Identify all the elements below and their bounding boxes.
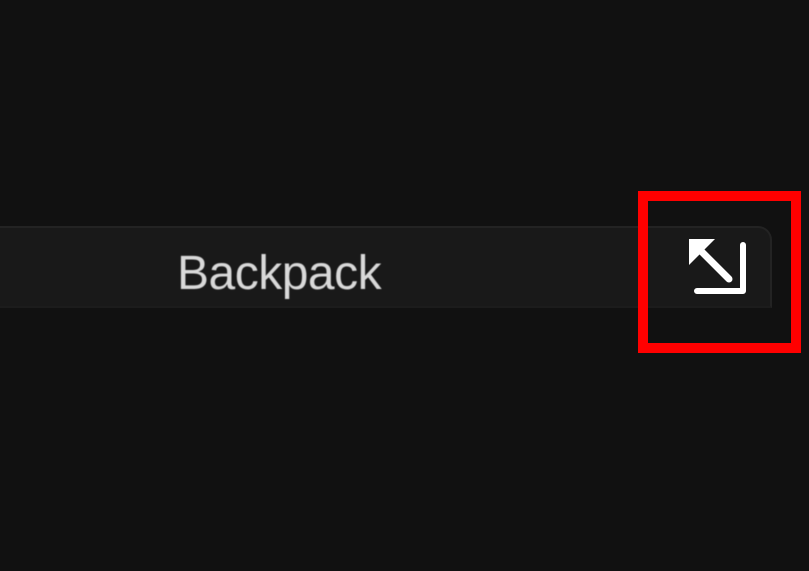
- expand-collapse-arrow-icon: [689, 239, 746, 294]
- item-label: Backpack: [177, 247, 382, 300]
- item-bar[interactable]: [0, 226, 772, 308]
- expand-button[interactable]: [680, 232, 756, 304]
